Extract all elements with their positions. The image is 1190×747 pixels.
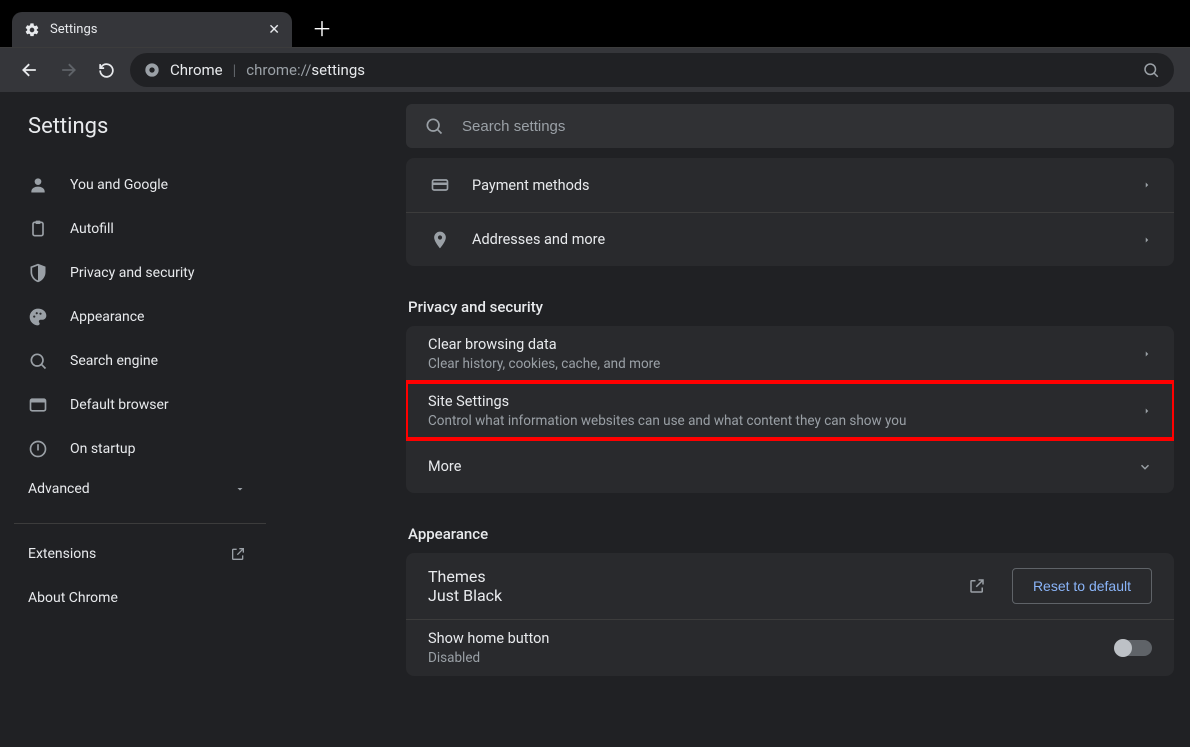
appearance-card: Themes Just Black Reset to default Show … [406, 553, 1174, 676]
sidebar-item-label: On startup [70, 441, 260, 457]
toggle-knob [1114, 639, 1132, 657]
row-title: Show home button [428, 630, 1116, 647]
sidebar-item-label: Autofill [70, 221, 260, 237]
sidebar-item-you-and-google[interactable]: You and Google [0, 163, 280, 207]
sidebar-about-label: About Chrome [28, 590, 118, 606]
row-subtitle: Control what information websites can us… [428, 413, 1142, 429]
search-icon[interactable] [1142, 61, 1160, 79]
sidebar-item-default-browser[interactable]: Default browser [0, 383, 280, 427]
page-title: Settings [0, 114, 280, 163]
browser-tab[interactable]: Settings ✕ [12, 12, 292, 47]
new-tab-button[interactable]: ＋ [304, 9, 340, 45]
autofill-card: Payment methods Addresses and more [406, 158, 1174, 266]
row-more[interactable]: More [406, 439, 1174, 493]
row-show-home-button[interactable]: Show home button Disabled [406, 619, 1174, 676]
chevron-right-icon [1142, 349, 1152, 359]
row-addresses[interactable]: Addresses and more [406, 212, 1174, 266]
external-link-icon [230, 546, 246, 562]
row-title: Site Settings [428, 393, 1142, 410]
row-subtitle: Clear history, cookies, cache, and more [428, 356, 1142, 372]
omnibox-path: settings [311, 61, 365, 79]
settings-search[interactable] [406, 104, 1174, 148]
privacy-card: Clear browsing data Clear history, cooki… [406, 326, 1174, 493]
row-themes[interactable]: Themes Just Black Reset to default [406, 553, 1174, 619]
shield-icon [28, 263, 48, 283]
person-icon [28, 175, 48, 195]
sidebar-item-label: Appearance [70, 309, 260, 325]
sidebar-item-search-engine[interactable]: Search engine [0, 339, 280, 383]
palette-icon [28, 307, 48, 327]
main-content: Payment methods Addresses and more Priva… [280, 92, 1190, 747]
sidebar-extensions[interactable]: Extensions [0, 532, 266, 576]
divider [14, 523, 266, 524]
tab-strip: Settings ✕ ＋ [0, 0, 1190, 48]
sidebar-item-label: Privacy and security [70, 265, 260, 281]
chevron-down-icon [234, 483, 246, 495]
row-clear-browsing-data[interactable]: Clear browsing data Clear history, cooki… [406, 326, 1174, 382]
location-icon [428, 230, 452, 250]
gear-icon [24, 22, 40, 38]
row-title: Themes [428, 567, 952, 586]
chrome-icon [144, 62, 160, 78]
back-button[interactable] [16, 56, 44, 84]
row-subtitle: Disabled [428, 650, 1116, 666]
row-subtitle: Just Black [428, 586, 952, 605]
chevron-right-icon [1142, 235, 1152, 245]
search-icon [28, 351, 48, 371]
clipboard-icon [28, 219, 48, 239]
toolbar: Chrome | chrome://settings [0, 48, 1190, 92]
row-title: More [428, 458, 1138, 475]
sidebar-item-appearance[interactable]: Appearance [0, 295, 280, 339]
search-icon [424, 116, 444, 136]
sidebar-item-autofill[interactable]: Autofill [0, 207, 280, 251]
section-heading-privacy: Privacy and security [408, 298, 1172, 316]
sidebar: Settings You and Google Autofill Privacy… [0, 92, 280, 747]
external-link-icon [968, 577, 986, 595]
sidebar-item-label: Default browser [70, 397, 260, 413]
row-payment-methods[interactable]: Payment methods [406, 158, 1174, 212]
row-title: Clear browsing data [428, 336, 1142, 353]
row-title: Addresses and more [472, 231, 1122, 248]
close-icon[interactable]: ✕ [268, 22, 280, 38]
chevron-down-icon [1138, 460, 1152, 474]
toggle-home-button[interactable] [1116, 640, 1152, 656]
power-icon [28, 439, 48, 459]
address-bar[interactable]: Chrome | chrome://settings [130, 53, 1174, 87]
browser-icon [28, 395, 48, 415]
sidebar-advanced[interactable]: Advanced [0, 471, 266, 507]
sidebar-item-label: Search engine [70, 353, 260, 369]
omnibox-scheme: Chrome [170, 61, 223, 79]
row-site-settings[interactable]: Site Settings Control what information w… [406, 382, 1174, 439]
sidebar-extensions-label: Extensions [28, 546, 96, 562]
sidebar-about[interactable]: About Chrome [0, 576, 266, 620]
section-heading-appearance: Appearance [408, 525, 1172, 543]
credit-card-icon [428, 175, 452, 195]
tab-title: Settings [50, 22, 268, 37]
forward-button[interactable] [54, 56, 82, 84]
sidebar-item-on-startup[interactable]: On startup [0, 427, 280, 471]
search-input[interactable] [462, 118, 1156, 135]
reload-button[interactable] [92, 56, 120, 84]
row-title: Payment methods [472, 177, 1122, 194]
chevron-right-icon [1142, 180, 1152, 190]
sidebar-item-privacy[interactable]: Privacy and security [0, 251, 280, 295]
sidebar-item-label: You and Google [70, 177, 260, 193]
omnibox-prefix: chrome:// [246, 61, 311, 79]
reset-to-default-button[interactable]: Reset to default [1012, 568, 1152, 604]
chevron-right-icon [1142, 406, 1152, 416]
sidebar-advanced-label: Advanced [28, 481, 90, 497]
